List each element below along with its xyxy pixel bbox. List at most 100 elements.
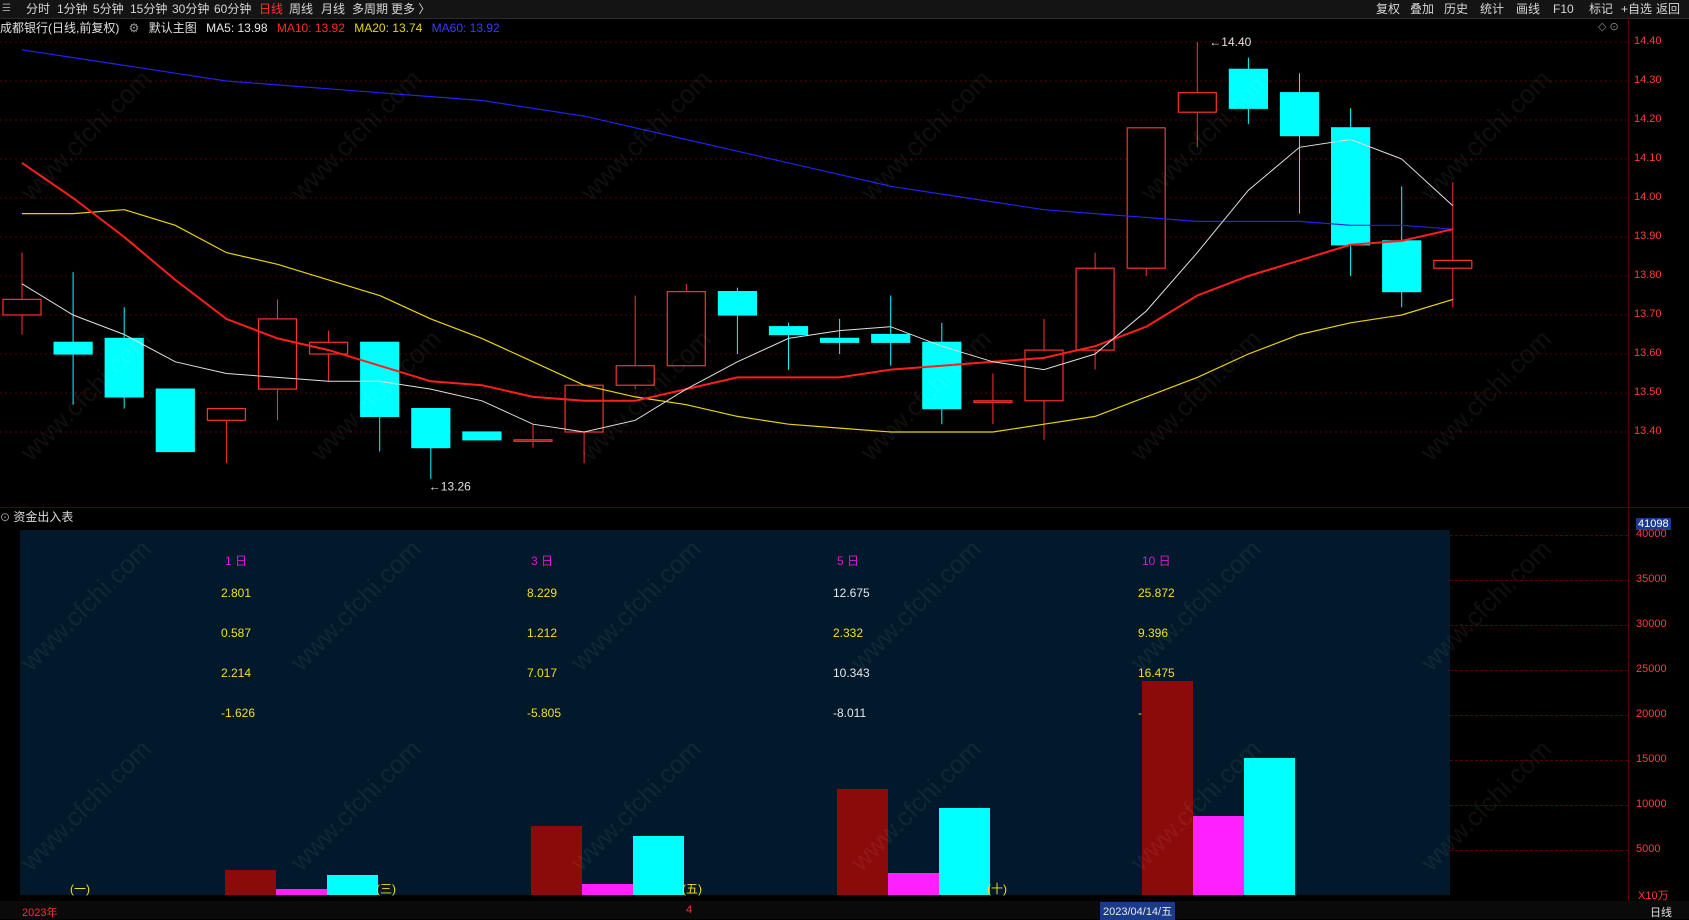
volume-tick: 35000 [1636, 572, 1667, 585]
candle-body [615, 365, 655, 386]
window-controls: ◇ ⊙ [1598, 20, 1619, 33]
candle[interactable] [717, 287, 758, 354]
chart-header: 成都银行(日线,前复权) ⚙ 默认主图 MA5: 13.98 MA10: 13.… [0, 20, 506, 36]
candle-body [717, 291, 758, 316]
fund-value: 12.675 [833, 586, 870, 600]
period-tab-5[interactable]: 60分钟 [214, 1, 251, 17]
year-label: 2023年 [22, 907, 58, 919]
period-tab-8[interactable]: 月线 [321, 1, 345, 17]
ma60-label: MA60: 13.92 [431, 21, 500, 35]
fund-value: 10.343 [833, 666, 870, 680]
candle-body [411, 408, 451, 449]
fund-value: -1.626 [221, 706, 256, 720]
collapse-icon[interactable]: ⊙ [0, 510, 10, 524]
price-tick: 13.40 [1634, 425, 1662, 437]
candle[interactable] [871, 295, 911, 366]
group-label: (一) [70, 882, 90, 896]
group-label: (十) [987, 882, 1007, 896]
fund-bar [837, 789, 888, 895]
candle[interactable] [155, 388, 195, 453]
menu-icon[interactable]: ☰ [2, 3, 11, 14]
candle[interactable] [513, 424, 553, 448]
period-tab-1[interactable]: 1分钟 [57, 1, 88, 17]
group-label: (三) [376, 882, 396, 896]
candle[interactable] [768, 322, 809, 370]
period-tab-10[interactable]: 更多 〉 [391, 1, 430, 17]
candle[interactable] [1228, 57, 1269, 124]
candle-body [1075, 267, 1115, 351]
volume-gridline [1450, 849, 1628, 851]
period-tab-4[interactable]: 30分钟 [172, 1, 209, 17]
candle-body [973, 400, 1013, 403]
panel-divider [0, 507, 1689, 508]
stock-title: 成都银行(日线,前复权) [0, 21, 120, 35]
settings-icon[interactable]: ⚙ [129, 21, 140, 35]
restore-icon[interactable]: ◇ [1598, 21, 1606, 33]
candle[interactable] [1075, 252, 1115, 370]
price-tick: 14.30 [1634, 74, 1662, 86]
tool-button-4[interactable]: 画线 [1516, 1, 1540, 17]
candle[interactable] [206, 408, 246, 464]
fund-bar [327, 875, 378, 895]
period-tab-3[interactable]: 15分钟 [130, 1, 167, 17]
candle[interactable] [1382, 186, 1422, 308]
candle-body [2, 298, 42, 316]
tool-button-2[interactable]: 历史 [1444, 1, 1468, 17]
candle[interactable] [666, 283, 706, 367]
candle[interactable] [973, 373, 1013, 425]
candle-body [1228, 68, 1269, 109]
price-tick: 13.60 [1634, 347, 1662, 359]
tool-button-7[interactable]: +自选 [1621, 1, 1652, 17]
main-chart-mode[interactable]: 默认主图 [149, 21, 197, 35]
candle[interactable] [1126, 127, 1166, 276]
tool-button-6[interactable]: 标记 [1589, 1, 1613, 17]
fund-bar [1193, 815, 1244, 895]
high-annotation: ←14.40 [1209, 36, 1251, 49]
candle[interactable] [257, 299, 298, 421]
axis-divider [1628, 18, 1629, 901]
candle[interactable] [1177, 42, 1217, 148]
candle[interactable] [411, 408, 451, 479]
candle[interactable] [1279, 73, 1320, 214]
ma20-label: MA20: 13.74 [354, 21, 423, 35]
candle-body [513, 439, 553, 442]
tool-button-0[interactable]: 复权 [1376, 1, 1400, 17]
price-tick: 13.50 [1634, 386, 1662, 398]
candle[interactable] [462, 431, 502, 441]
period-tab-7[interactable]: 周线 [289, 1, 313, 17]
candle[interactable] [819, 318, 860, 354]
fund-bar [939, 808, 990, 895]
period-tab-9[interactable]: 多周期 [352, 1, 388, 17]
tool-button-5[interactable]: F10 [1553, 1, 1574, 17]
candle[interactable] [104, 307, 144, 409]
close-icon[interactable]: ⊙ [1610, 21, 1619, 33]
candle-body [206, 408, 246, 421]
period-label[interactable]: 日线 [1650, 904, 1672, 920]
candle[interactable] [360, 341, 400, 452]
candle[interactable] [564, 384, 604, 464]
candle-body [666, 291, 706, 367]
candle[interactable] [53, 272, 93, 405]
tool-button-8[interactable]: 返回 [1656, 1, 1680, 17]
fund-value: -8.011 [833, 706, 867, 720]
tool-button-1[interactable]: 叠加 [1410, 1, 1434, 17]
candle[interactable] [615, 295, 655, 390]
period-column-title: 5 日 [837, 554, 860, 568]
candle[interactable] [1433, 182, 1473, 308]
volume-gridline [1450, 804, 1628, 806]
period-tab-6[interactable]: 日线 [259, 1, 283, 17]
fund-bar [1244, 757, 1295, 895]
candle[interactable] [2, 252, 42, 335]
candle[interactable] [309, 330, 349, 382]
fund-bar [1142, 680, 1193, 895]
candle[interactable] [922, 322, 962, 425]
tool-button-3[interactable]: 统计 [1480, 1, 1504, 17]
volume-tick: 5000 [1636, 842, 1661, 855]
candle[interactable] [1330, 108, 1371, 276]
period-tab-2[interactable]: 5分钟 [93, 1, 124, 17]
period-tab-0[interactable]: 分时 [26, 1, 50, 17]
volume-tick: 30000 [1636, 617, 1667, 630]
kline-chart[interactable]: ←14.40 ←13.26 [0, 36, 1630, 506]
volume-gridline [1450, 714, 1628, 716]
fund-value: 16.475 [1138, 666, 1175, 680]
